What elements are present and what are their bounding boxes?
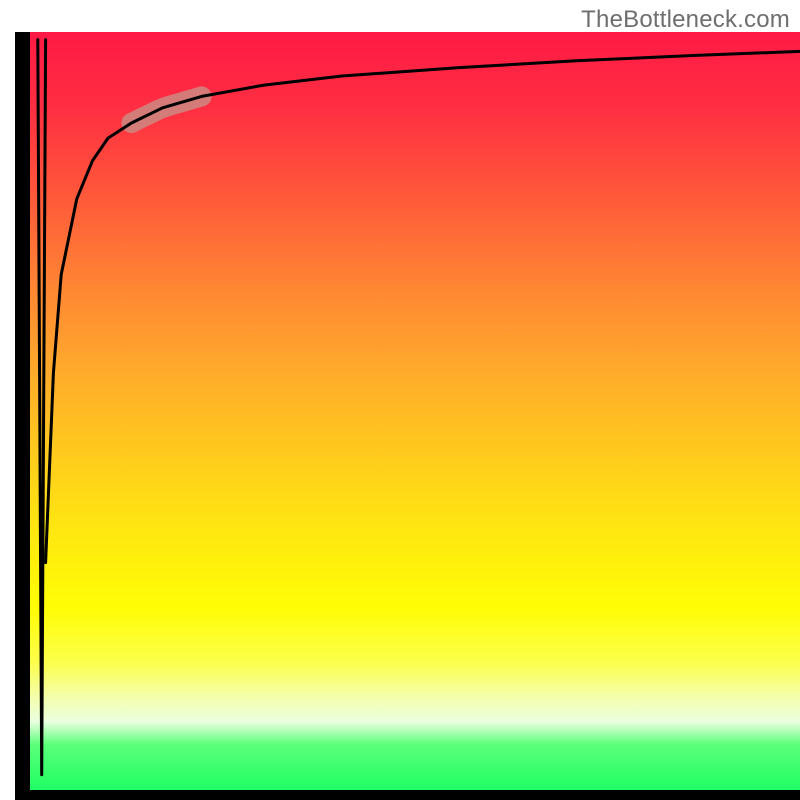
attribution-watermark: TheBottleneck.com: [581, 6, 790, 34]
chart-stage: TheBottleneck.com: [0, 0, 800, 800]
bottleneck-gradient-background: [30, 32, 800, 790]
plot-area: [15, 32, 800, 800]
